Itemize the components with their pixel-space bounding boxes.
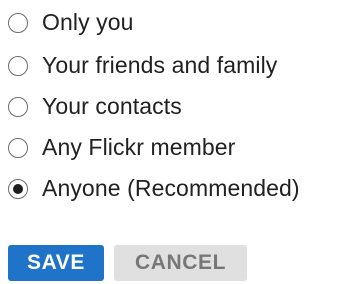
privacy-option-anyone[interactable]: Anyone (Recommended): [8, 168, 361, 209]
privacy-options: Only you Your friends and family Your co…: [8, 0, 361, 209]
save-button[interactable]: SAVE: [8, 245, 104, 281]
option-label: Your friends and family: [42, 52, 278, 78]
option-label: Any Flickr member: [42, 134, 236, 160]
radio-button[interactable]: [8, 178, 28, 199]
radio-button[interactable]: [8, 96, 28, 117]
radio-button[interactable]: [8, 137, 28, 158]
privacy-option-any-flickr-member[interactable]: Any Flickr member: [8, 127, 361, 168]
action-buttons: SAVE CANCEL: [8, 245, 247, 281]
privacy-option-contacts[interactable]: Your contacts: [8, 86, 361, 127]
option-label: Only you: [42, 9, 134, 35]
option-label: Anyone (Recommended): [42, 175, 300, 201]
radio-dot: [13, 183, 23, 194]
cancel-button[interactable]: CANCEL: [114, 245, 247, 281]
privacy-option-friends-family[interactable]: Your friends and family: [8, 45, 361, 86]
radio-button[interactable]: [8, 12, 28, 33]
privacy-option-only-you[interactable]: Only you: [8, 0, 361, 45]
radio-button[interactable]: [8, 55, 28, 76]
option-label: Your contacts: [42, 93, 182, 119]
